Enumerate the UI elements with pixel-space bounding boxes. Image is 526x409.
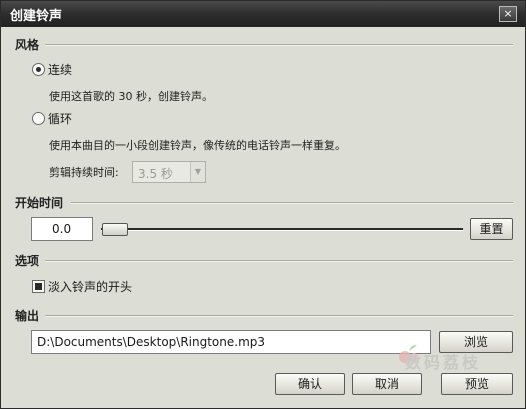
style-section-divider: [45, 44, 513, 46]
watermark-text: 数码荔枝: [405, 353, 482, 372]
preview-button[interactable]: 预览: [441, 373, 513, 395]
clip-duration-value: 3.5 秒: [138, 167, 173, 181]
options-section-title: 选项: [15, 254, 40, 268]
close-button[interactable]: ×: [499, 6, 517, 22]
reset-button[interactable]: 重置: [470, 218, 513, 240]
start-time-slider-track[interactable]: [101, 228, 463, 231]
output-path-input[interactable]: D:\Documents\Desktop\Ringtone.mp3: [31, 330, 431, 354]
clip-duration-label: 剪辑持续时间:: [49, 166, 119, 179]
output-section-title: 输出: [15, 309, 40, 323]
continuous-description: 使用这首歌的 30 秒，创建铃声。: [49, 90, 213, 103]
options-divider: [45, 260, 513, 262]
cancel-button[interactable]: 取消: [352, 373, 422, 395]
create-ringtone-dialog: 创建铃声 × 风格 连续 使用这首歌的 30 秒，创建铃声。 循环 使用本曲目的…: [0, 0, 526, 409]
fade-in-checkbox[interactable]: [32, 280, 45, 293]
start-time-input[interactable]: 0.0: [31, 217, 93, 241]
start-time-slider-thumb[interactable]: [102, 223, 128, 236]
ok-button[interactable]: 确认: [275, 373, 345, 395]
checkbox-checked-mark: [35, 283, 42, 290]
window-title: 创建铃声: [10, 9, 63, 24]
style-section-title: 风格: [15, 38, 40, 52]
output-divider: [45, 315, 513, 317]
radio-continuous[interactable]: [32, 63, 45, 76]
close-icon: ×: [503, 7, 513, 20]
loop-label[interactable]: 循环: [48, 110, 72, 127]
radio-selected-dot: [36, 67, 41, 72]
title-bar: 创建铃声 ×: [1, 1, 525, 27]
start-time-section-title: 开始时间: [15, 196, 64, 210]
chevron-down-icon: ▼: [190, 162, 205, 182]
fade-in-label[interactable]: 淡入铃声的开头: [48, 278, 132, 295]
start-time-divider: [71, 202, 513, 204]
continuous-label[interactable]: 连续: [48, 61, 72, 78]
clip-duration-select: 3.5 秒 ▼: [132, 161, 206, 183]
loop-description: 使用本曲目的一小段创建铃声，像传统的电话铃声一样重复。: [49, 139, 346, 152]
radio-loop[interactable]: [32, 112, 45, 125]
